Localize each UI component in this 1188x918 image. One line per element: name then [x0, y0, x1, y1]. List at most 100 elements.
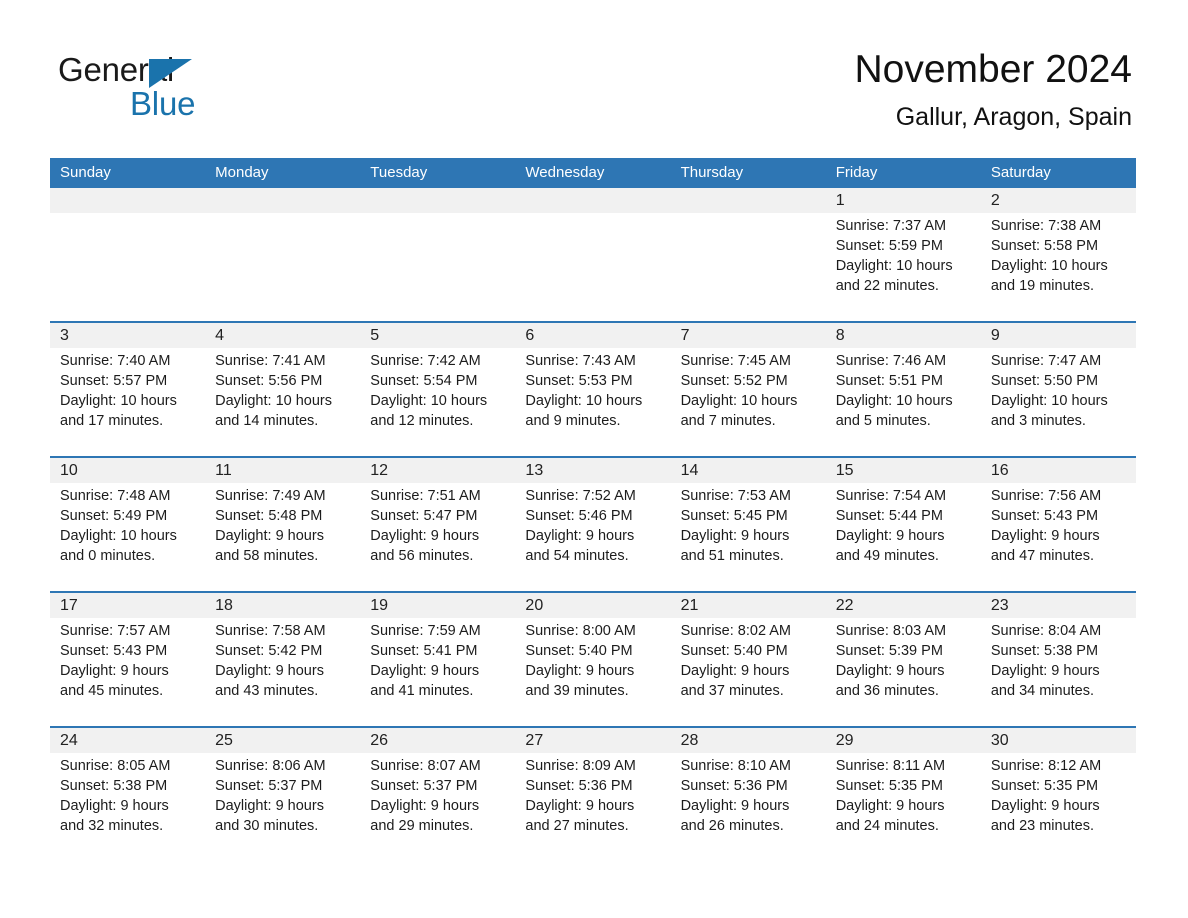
daylight-text-line2: and 43 minutes. — [215, 683, 319, 699]
day-info: Sunrise: 8:00 AM Sunset: 5:40 PM Dayligh… — [515, 618, 670, 701]
sunrise-text: Sunrise: 7:40 AM — [60, 353, 171, 369]
weekday-header-friday: Friday — [835, 164, 878, 181]
daylight-text-line2: and 54 minutes. — [525, 548, 629, 564]
day-cell[interactable]: 14 Sunrise: 7:53 AM Sunset: 5:45 PM Dayl… — [670, 458, 826, 591]
day-cell[interactable] — [360, 188, 516, 321]
day-number: 28 — [680, 732, 699, 749]
day-cell[interactable]: 6 Sunrise: 7:43 AM Sunset: 5:53 PM Dayli… — [515, 323, 671, 456]
daylight-text-line2: and 49 minutes. — [835, 548, 939, 564]
day-info: Sunrise: 8:04 AM Sunset: 5:38 PM Dayligh… — [981, 618, 1136, 701]
day-cell[interactable]: 19 Sunrise: 7:59 AM Sunset: 5:41 PM Dayl… — [360, 593, 516, 726]
daylight-text-line2: and 3 minutes. — [990, 413, 1086, 429]
day-number-band: 17 — [50, 593, 206, 618]
day-info: Sunrise: 7:59 AM Sunset: 5:41 PM Dayligh… — [360, 618, 515, 701]
sunset-text: Sunset: 5:39 PM — [835, 643, 943, 659]
day-info: Sunrise: 7:57 AM Sunset: 5:43 PM Dayligh… — [50, 618, 205, 701]
day-cell[interactable]: 2 Sunrise: 7:38 AM Sunset: 5:58 PM Dayli… — [980, 188, 1136, 321]
day-number: 29 — [835, 732, 854, 749]
weekday-header-row: Sunday Monday Tuesday Wednesday Thursday… — [50, 158, 1136, 188]
daylight-text-line2: and 39 minutes. — [525, 683, 629, 699]
title-block: November 2024 Gallur, Aragon, Spain — [855, 46, 1133, 132]
day-cell[interactable]: 15 Sunrise: 7:54 AM Sunset: 5:44 PM Dayl… — [825, 458, 981, 591]
day-number-band: 27 — [515, 728, 671, 753]
daylight-text-line2: and 47 minutes. — [990, 548, 1095, 564]
sunset-text: Sunset: 5:50 PM — [990, 373, 1099, 389]
day-number: 7 — [680, 327, 690, 344]
day-cell[interactable]: 20 Sunrise: 8:00 AM Sunset: 5:40 PM Dayl… — [515, 593, 671, 726]
day-number-band — [50, 188, 206, 213]
sunrise-text: Sunrise: 7:58 AM — [215, 623, 326, 639]
daylight-text-line2: and 51 minutes. — [680, 548, 784, 564]
sunrise-text: Sunrise: 8:06 AM — [215, 758, 326, 774]
daylight-text-line1: Daylight: 9 hours — [215, 663, 324, 679]
daylight-text-line2: and 14 minutes. — [215, 413, 319, 429]
sunrise-text: Sunrise: 7:54 AM — [835, 488, 947, 504]
day-cell[interactable]: 17 Sunrise: 7:57 AM Sunset: 5:43 PM Dayl… — [50, 593, 206, 726]
daylight-text-line2: and 24 minutes. — [835, 818, 939, 834]
day-cell[interactable]: 11 Sunrise: 7:49 AM Sunset: 5:48 PM Dayl… — [205, 458, 361, 591]
calendar-page: General Blue November 2024 Gallur, Arago… — [0, 0, 1188, 918]
daylight-text-line1: Daylight: 9 hours — [990, 798, 1100, 814]
sunrise-text: Sunrise: 7:45 AM — [680, 353, 791, 369]
day-info: Sunrise: 8:06 AM Sunset: 5:37 PM Dayligh… — [205, 753, 360, 836]
daylight-text-line2: and 56 minutes. — [370, 548, 474, 564]
day-cell[interactable] — [515, 188, 671, 321]
day-cell[interactable]: 24 Sunrise: 8:05 AM Sunset: 5:38 PM Dayl… — [50, 728, 206, 861]
day-cell[interactable]: 29 Sunrise: 8:11 AM Sunset: 5:35 PM Dayl… — [825, 728, 981, 861]
day-info: Sunrise: 7:56 AM Sunset: 5:43 PM Dayligh… — [981, 483, 1136, 566]
day-cell[interactable]: 4 Sunrise: 7:41 AM Sunset: 5:56 PM Dayli… — [205, 323, 361, 456]
daylight-text-line1: Daylight: 9 hours — [680, 798, 790, 814]
day-cell[interactable]: 9 Sunrise: 7:47 AM Sunset: 5:50 PM Dayli… — [980, 323, 1136, 456]
day-number-band: 6 — [515, 323, 671, 348]
sunrise-text: Sunrise: 7:42 AM — [370, 353, 481, 369]
sunset-text: Sunset: 5:42 PM — [215, 643, 323, 659]
day-cell[interactable]: 23 Sunrise: 8:04 AM Sunset: 5:38 PM Dayl… — [980, 593, 1136, 726]
day-cell[interactable] — [670, 188, 826, 321]
day-cell[interactable]: 8 Sunrise: 7:46 AM Sunset: 5:51 PM Dayli… — [825, 323, 981, 456]
day-cell[interactable]: 27 Sunrise: 8:09 AM Sunset: 5:36 PM Dayl… — [515, 728, 671, 861]
day-cell[interactable]: 10 Sunrise: 7:48 AM Sunset: 5:49 PM Dayl… — [50, 458, 206, 591]
day-info: Sunrise: 7:52 AM Sunset: 5:46 PM Dayligh… — [515, 483, 670, 566]
day-cell[interactable]: 28 Sunrise: 8:10 AM Sunset: 5:36 PM Dayl… — [670, 728, 826, 861]
day-info: Sunrise: 7:46 AM Sunset: 5:51 PM Dayligh… — [826, 348, 981, 431]
day-cell[interactable]: 3 Sunrise: 7:40 AM Sunset: 5:57 PM Dayli… — [50, 323, 206, 456]
sunrise-text: Sunrise: 7:37 AM — [835, 218, 947, 234]
day-cell[interactable]: 1 Sunrise: 7:37 AM Sunset: 5:59 PM Dayli… — [825, 188, 981, 321]
day-cell[interactable]: 18 Sunrise: 7:58 AM Sunset: 5:42 PM Dayl… — [205, 593, 361, 726]
day-number: 15 — [835, 462, 854, 479]
day-cell[interactable]: 12 Sunrise: 7:51 AM Sunset: 5:47 PM Dayl… — [360, 458, 516, 591]
day-cell[interactable]: 13 Sunrise: 7:52 AM Sunset: 5:46 PM Dayl… — [515, 458, 671, 591]
sunset-text: Sunset: 5:43 PM — [990, 508, 1099, 524]
day-cell[interactable]: 5 Sunrise: 7:42 AM Sunset: 5:54 PM Dayli… — [360, 323, 516, 456]
location-subtitle: Gallur, Aragon, Spain — [895, 103, 1132, 131]
day-info — [360, 213, 515, 216]
day-cell[interactable]: 7 Sunrise: 7:45 AM Sunset: 5:52 PM Dayli… — [670, 323, 826, 456]
day-info: Sunrise: 7:41 AM Sunset: 5:56 PM Dayligh… — [205, 348, 360, 431]
daylight-text-line1: Daylight: 10 hours — [680, 393, 798, 409]
sunset-text: Sunset: 5:40 PM — [525, 643, 633, 659]
day-number-band: 22 — [825, 593, 981, 618]
day-info: Sunrise: 7:42 AM Sunset: 5:54 PM Dayligh… — [360, 348, 515, 431]
day-cell[interactable]: 21 Sunrise: 8:02 AM Sunset: 5:40 PM Dayl… — [670, 593, 826, 726]
daylight-text-line2: and 45 minutes. — [60, 683, 164, 699]
day-cell[interactable]: 16 Sunrise: 7:56 AM Sunset: 5:43 PM Dayl… — [980, 458, 1136, 591]
sunrise-text: Sunrise: 8:04 AM — [990, 623, 1102, 639]
day-cell[interactable] — [50, 188, 206, 321]
day-info: Sunrise: 7:45 AM Sunset: 5:52 PM Dayligh… — [671, 348, 826, 431]
day-cell[interactable]: 26 Sunrise: 8:07 AM Sunset: 5:37 PM Dayl… — [360, 728, 516, 861]
sunset-text: Sunset: 5:46 PM — [525, 508, 633, 524]
daylight-text-line2: and 23 minutes. — [990, 818, 1095, 834]
sunrise-text: Sunrise: 7:59 AM — [370, 623, 481, 639]
day-info: Sunrise: 8:09 AM Sunset: 5:36 PM Dayligh… — [515, 753, 670, 836]
day-cell[interactable]: 22 Sunrise: 8:03 AM Sunset: 5:39 PM Dayl… — [825, 593, 981, 726]
day-number-band: 12 — [360, 458, 516, 483]
sunset-text: Sunset: 5:48 PM — [215, 508, 323, 524]
sunset-text: Sunset: 5:56 PM — [215, 373, 323, 389]
day-cell[interactable]: 30 Sunrise: 8:12 AM Sunset: 5:35 PM Dayl… — [980, 728, 1136, 861]
day-cell[interactable]: 25 Sunrise: 8:06 AM Sunset: 5:37 PM Dayl… — [205, 728, 361, 861]
calendar-grid: Sunday Monday Tuesday Wednesday Thursday… — [50, 158, 1136, 861]
day-info: Sunrise: 7:40 AM Sunset: 5:57 PM Dayligh… — [50, 348, 205, 431]
day-info: Sunrise: 7:54 AM Sunset: 5:44 PM Dayligh… — [826, 483, 981, 566]
day-number: 26 — [370, 732, 389, 749]
day-cell[interactable] — [205, 188, 361, 321]
